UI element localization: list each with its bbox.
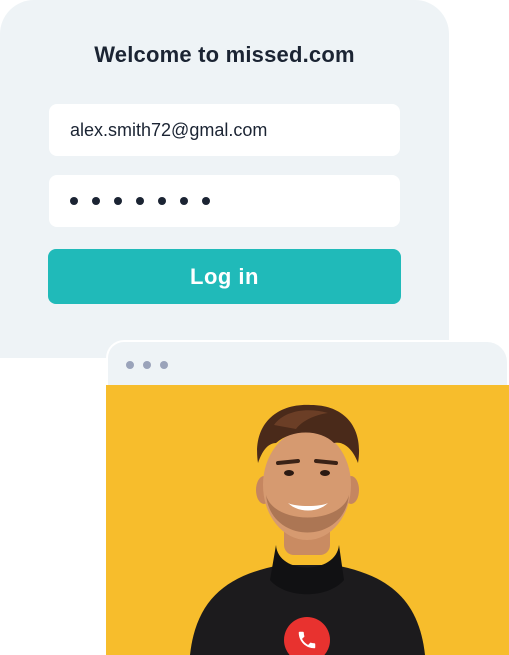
video-window-titlebar <box>106 340 509 386</box>
login-card: Welcome to missed.com alex.smith72@gmal.… <box>0 0 449 358</box>
window-control-dot[interactable] <box>160 361 168 369</box>
window-controls <box>126 361 168 369</box>
window-control-dot[interactable] <box>143 361 151 369</box>
caller-portrait-image <box>190 404 425 655</box>
email-value: alex.smith72@gmal.com <box>70 119 268 140</box>
password-field[interactable] <box>49 175 400 227</box>
login-title: Welcome to missed.com <box>94 42 355 67</box>
window-control-dot[interactable] <box>126 361 134 369</box>
video-feed <box>106 385 509 655</box>
email-field[interactable]: alex.smith72@gmal.com <box>49 104 400 156</box>
password-mask-dot <box>202 197 210 205</box>
phone-hangup-icon <box>298 631 316 649</box>
login-button[interactable]: Log in <box>48 249 401 304</box>
password-mask-dot <box>70 197 78 205</box>
password-mask-dot <box>136 197 144 205</box>
password-mask <box>70 197 210 205</box>
password-mask-dot <box>92 197 100 205</box>
video-call-window <box>106 340 509 655</box>
password-mask-dot <box>158 197 166 205</box>
end-call-button[interactable] <box>284 617 330 655</box>
password-mask-dot <box>114 197 122 205</box>
password-mask-dot <box>180 197 188 205</box>
